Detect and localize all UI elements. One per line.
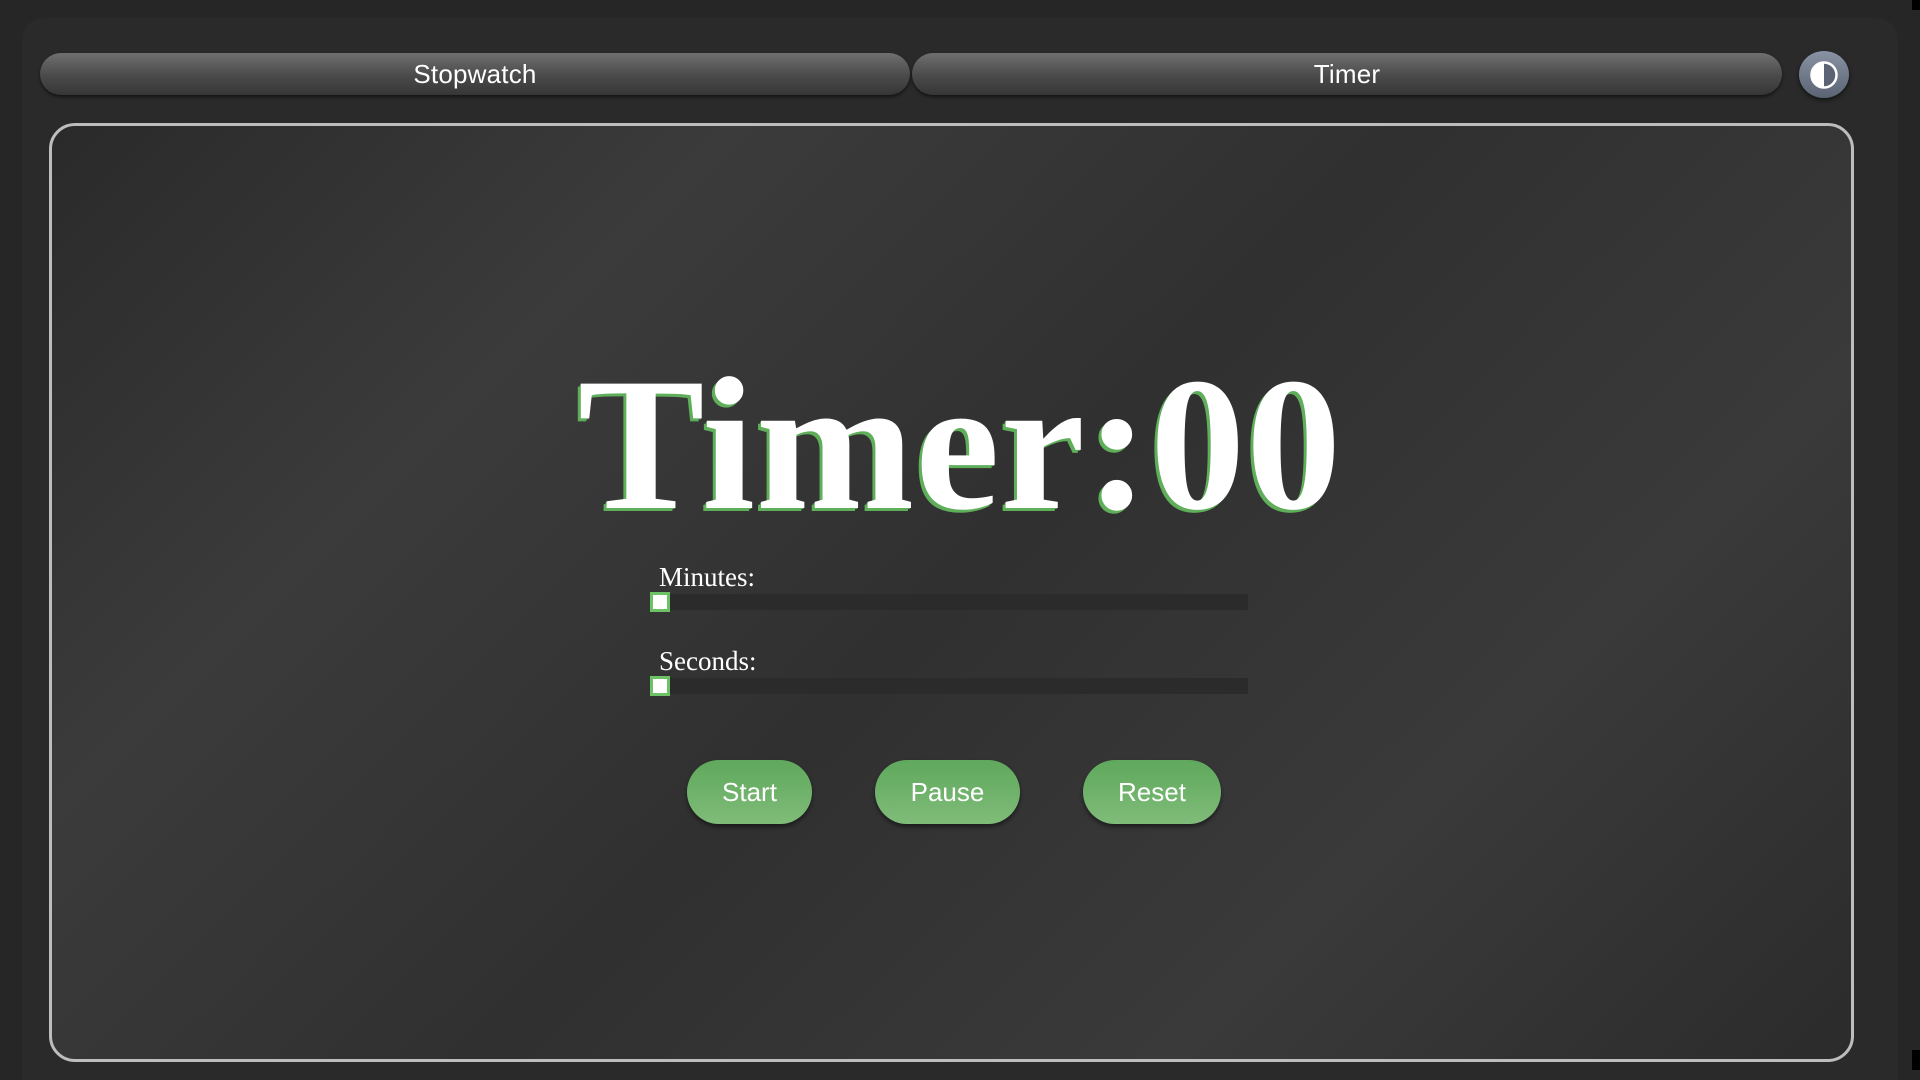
contrast-icon	[1809, 60, 1839, 90]
scrollbar-top-arrow[interactable]	[1912, 0, 1920, 10]
seconds-slider-thumb[interactable]	[650, 676, 670, 696]
tab-bar: Stopwatch Timer	[40, 53, 1782, 95]
minutes-slider[interactable]	[650, 592, 1248, 612]
start-button[interactable]: Start	[687, 760, 812, 824]
theme-toggle-button[interactable]	[1799, 51, 1849, 98]
timer-panel	[49, 123, 1854, 1062]
seconds-label: Seconds:	[659, 646, 757, 676]
reset-button[interactable]: Reset	[1083, 760, 1221, 824]
tab-stopwatch[interactable]: Stopwatch	[40, 53, 910, 95]
timer-display: Timer:00	[577, 340, 1343, 550]
minutes-slider-thumb[interactable]	[650, 592, 670, 612]
minutes-label: Minutes:	[659, 562, 756, 592]
tab-timer[interactable]: Timer	[912, 53, 1782, 95]
scrollbar-bottom-arrow[interactable]	[1912, 1050, 1920, 1070]
seconds-slider[interactable]	[650, 676, 1248, 696]
pause-button[interactable]: Pause	[875, 760, 1020, 824]
